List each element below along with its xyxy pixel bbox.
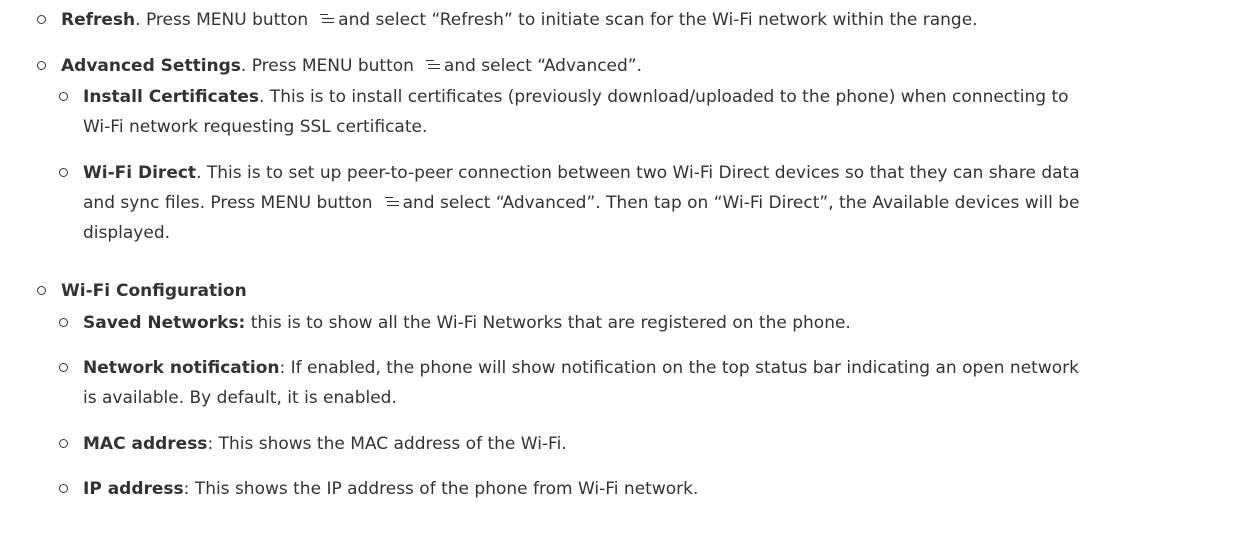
bullet-icon (37, 286, 46, 295)
menu-icon (320, 14, 335, 24)
item-text: and sync files. Press MENU button (83, 193, 373, 213)
item-title: MAC address (83, 434, 208, 454)
item-text: . This is to install certificates (previ… (259, 87, 1069, 107)
item-title: Network notification (83, 358, 280, 378)
bullet-icon (37, 15, 46, 24)
item-title: Refresh (61, 10, 136, 30)
item-text: and select “Advanced”. Then tap on “Wi-F… (402, 193, 1080, 213)
bullet-icon (59, 439, 68, 448)
item-text: : This shows the IP address of the phone… (183, 479, 699, 499)
bullet-icon (59, 363, 68, 372)
item-text: . This is to set up peer-to-peer connect… (196, 163, 1080, 183)
item-text: and select “Advanced”. (443, 56, 643, 76)
item-text: displayed. (83, 223, 171, 243)
item-title: IP address (83, 479, 184, 499)
item-text: is available. By default, it is enabled. (83, 388, 397, 408)
bullet-icon (59, 92, 68, 101)
item-title: Wi-Fi Direct (83, 163, 197, 183)
item-title: Wi-Fi Configuration (61, 281, 247, 301)
item-title: Advanced Settings (61, 56, 241, 76)
bullet-icon (59, 168, 68, 177)
item-text: and select “Refresh” to initiate scan fo… (338, 10, 978, 30)
bullet-icon (59, 318, 68, 327)
bullet-icon (59, 484, 68, 493)
item-title: Install Certificates (83, 87, 259, 107)
item-text: this is to show all the Wi-Fi Networks t… (245, 313, 851, 333)
item-text: : This shows the MAC address of the Wi-F… (207, 434, 567, 454)
item-text: . Press MENU button (240, 56, 414, 76)
item-title: Saved Networks: (83, 313, 246, 333)
menu-icon (384, 197, 399, 207)
item-text: . Press MENU button (135, 10, 309, 30)
menu-icon (425, 60, 440, 70)
bullet-icon (37, 61, 46, 70)
item-text: Wi-Fi network requesting SSL certificate… (83, 117, 428, 137)
item-text: : If enabled, the phone will show notifi… (279, 358, 1079, 378)
